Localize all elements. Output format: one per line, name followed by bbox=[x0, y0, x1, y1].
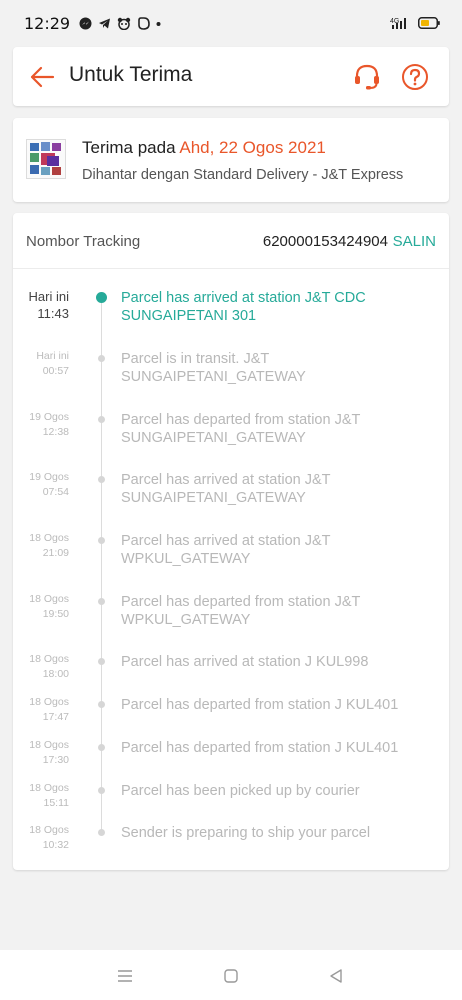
event-date: 18 Ogos bbox=[29, 696, 69, 708]
event-time: 11:43 bbox=[37, 306, 69, 321]
event-date: 18 Ogos bbox=[29, 824, 69, 836]
tracking-number: 620000153424904 bbox=[262, 233, 388, 250]
event-description: Parcel is in transit. J&T SUNGAIPETANI_G… bbox=[121, 351, 306, 385]
timeline-line bbox=[101, 293, 102, 833]
messenger-icon bbox=[79, 17, 92, 29]
event-description: Parcel has departed from station J KUL40… bbox=[121, 740, 399, 756]
event-description: Parcel has arrived at station J KUL998 bbox=[121, 654, 369, 670]
header-bar: Untuk Terima bbox=[13, 47, 449, 106]
event-description: Parcel has departed from station J&T SUN… bbox=[121, 412, 361, 446]
system-nav-bar bbox=[0, 950, 462, 1000]
event-date: 18 Ogos bbox=[29, 782, 69, 794]
event-date: 19 Ogos bbox=[29, 411, 69, 423]
home-square-icon[interactable] bbox=[222, 967, 240, 985]
event-description: Parcel has departed from station J KUL40… bbox=[121, 697, 399, 713]
event-date: 18 Ogos bbox=[29, 739, 69, 751]
event-status-dot bbox=[96, 292, 107, 303]
status-left: 12:29 bbox=[24, 14, 161, 33]
event-date: 18 Ogos bbox=[29, 532, 69, 544]
status-time: 12:29 bbox=[24, 13, 71, 33]
event-time: 17:47 bbox=[42, 711, 69, 723]
event-status-dot bbox=[98, 537, 105, 544]
page-title: Untuk Terima bbox=[69, 63, 193, 86]
event-time: 10:32 bbox=[42, 839, 69, 851]
headset-icon[interactable] bbox=[352, 62, 382, 92]
event-status-dot bbox=[98, 355, 105, 362]
event-description: Parcel has arrived at station J&T SUNGAI… bbox=[121, 472, 331, 506]
battery-icon bbox=[418, 17, 440, 29]
foodpanda-icon bbox=[117, 17, 131, 30]
help-question-icon[interactable] bbox=[401, 63, 429, 91]
back-arrow-icon[interactable] bbox=[27, 61, 59, 93]
event-description: Parcel has departed from station J&T WPK… bbox=[121, 594, 361, 628]
event-time: 00:57 bbox=[42, 365, 69, 377]
telegram-icon bbox=[99, 18, 111, 28]
event-description: Parcel has arrived at station J&T CDC SU… bbox=[121, 290, 366, 324]
tracking-label: Nombor Tracking bbox=[26, 233, 141, 250]
event-date: 19 Ogos bbox=[29, 471, 69, 483]
back-triangle-icon[interactable] bbox=[327, 967, 345, 985]
received-date-line: Terima pada Ahd, 22 Ogos 2021 bbox=[82, 138, 326, 158]
event-status-dot bbox=[98, 476, 105, 483]
product-thumbnail[interactable] bbox=[26, 139, 66, 179]
event-time: 15:11 bbox=[43, 797, 70, 809]
event-status-dot bbox=[98, 701, 105, 708]
menu-icon[interactable] bbox=[116, 967, 134, 985]
event-time: 19:50 bbox=[42, 608, 69, 620]
event-status-dot bbox=[98, 787, 105, 794]
event-status-dot bbox=[98, 658, 105, 665]
event-status-dot bbox=[98, 598, 105, 605]
product-image-icon bbox=[27, 140, 65, 178]
status-bar: 12:29 4G bbox=[0, 0, 462, 46]
event-status-dot bbox=[98, 744, 105, 751]
event-time: 21:09 bbox=[42, 547, 69, 559]
shipping-method: Dihantar dengan Standard Delivery - J&T … bbox=[82, 167, 404, 183]
app-icon bbox=[138, 16, 150, 30]
event-status-dot bbox=[98, 829, 105, 836]
signal-4g-icon: 4G bbox=[390, 18, 406, 29]
event-time: 12:38 bbox=[42, 426, 69, 438]
event-description: Sender is preparing to ship your parcel bbox=[121, 825, 371, 841]
delivery-info-card: Terima pada Ahd, 22 Ogos 2021 Dihantar d… bbox=[13, 118, 449, 202]
event-time: 17:30 bbox=[42, 754, 69, 766]
event-description: Parcel has arrived at station J&T WPKUL_… bbox=[121, 533, 331, 567]
copy-button[interactable]: SALIN bbox=[393, 233, 436, 250]
event-date: Hari ini bbox=[28, 289, 69, 304]
tracking-card: Nombor Tracking 620000153424904 SALIN Ha… bbox=[13, 213, 449, 870]
event-status-dot bbox=[98, 416, 105, 423]
dot-icon bbox=[156, 21, 161, 26]
notification-icons bbox=[79, 16, 161, 30]
event-time: 18:00 bbox=[42, 668, 69, 680]
event-description: Parcel has been picked up by courier bbox=[121, 783, 360, 799]
status-right: 4G bbox=[390, 16, 440, 30]
received-prefix: Terima pada bbox=[82, 138, 176, 157]
event-date: 18 Ogos bbox=[29, 653, 69, 665]
tracking-number-row: Nombor Tracking 620000153424904 SALIN bbox=[13, 213, 449, 269]
received-date: Ahd, 22 Ogos 2021 bbox=[179, 138, 326, 157]
event-date: 18 Ogos bbox=[29, 593, 69, 605]
event-date: Hari ini bbox=[36, 350, 69, 362]
event-time: 07:54 bbox=[42, 486, 69, 498]
